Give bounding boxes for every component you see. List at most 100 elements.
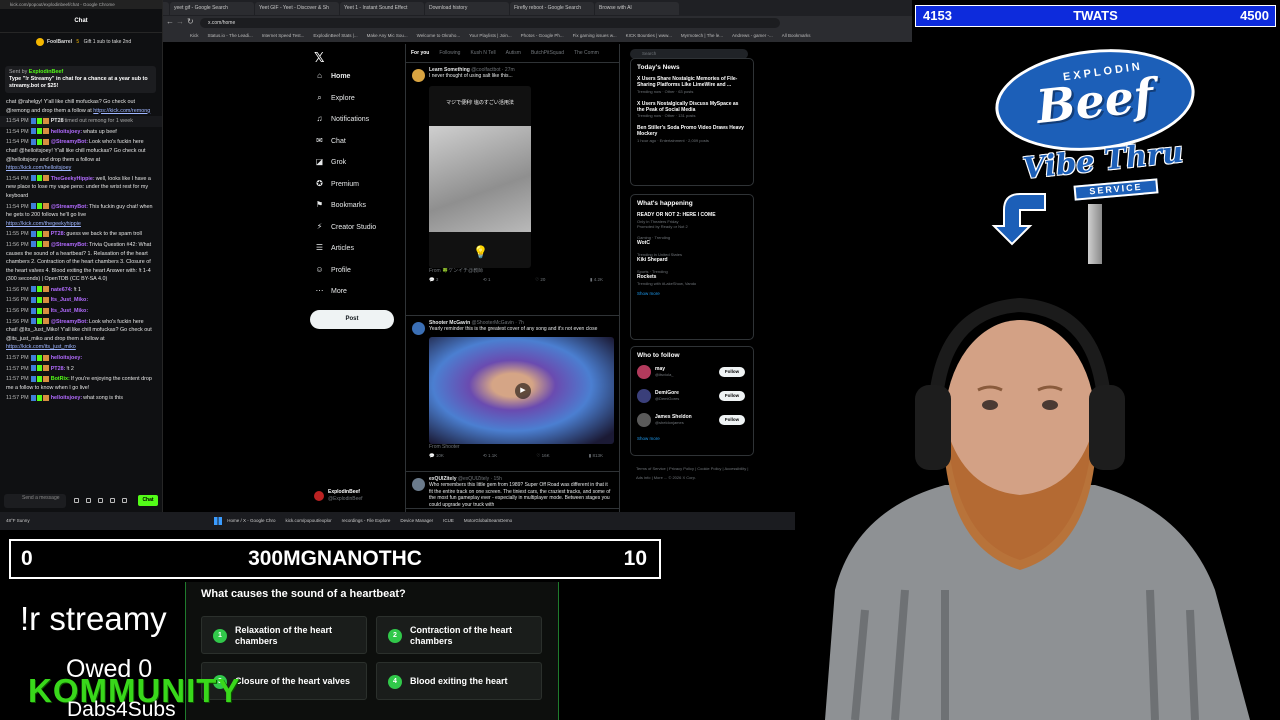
browser-tab[interactable]: Yeet 1 - Instant Sound Effect [340,2,424,15]
news-item[interactable]: X Users Nostalgically Discuss MySpace as… [637,101,747,120]
footer-links[interactable]: Terms of Service | Privacy Policy | Cook… [636,464,756,482]
tweet-author[interactable]: exQUIZitely [429,476,457,482]
reply-button[interactable]: 💬 10K [429,450,444,462]
bookmark-item[interactable]: Internet Speed Test... [262,33,305,38]
message-username[interactable]: helloitsjoey: [51,129,82,135]
message-link[interactable]: https://kick.com/helloitsjoey [6,165,71,171]
tweet-video[interactable]: ▶ [429,336,614,444]
emote-icon[interactable] [74,498,79,503]
message-username[interactable]: @StreamyBot: [51,242,88,248]
message-link[interactable]: https://kick.com/remong [93,108,150,114]
taskbar-item[interactable]: Home / X - Google Chro [227,512,275,530]
message-username[interactable]: @StreamyBot: [51,204,88,210]
follow-suggestion[interactable]: may @itsviola_ Follow [637,364,747,388]
reply-button[interactable]: 💬 3 [429,274,438,286]
follow-suggestion[interactable]: James Sheldon @sheldonjames Follow [637,412,747,436]
nav-item-premium[interactable]: ✪ Premium [314,177,359,191]
browser-tab[interactable]: Yeet GIF - Yeet - Discover & Sh [255,2,339,15]
taskbar-item[interactable]: kick.com/popout/explor [286,512,332,530]
message-username[interactable]: Its_Just_Miko: [51,308,88,314]
views-button[interactable]: ▮ 813K [589,450,603,462]
nav-item-explore[interactable]: ⌕ Explore [314,91,354,105]
news-item[interactable]: Ben Stiller's Soda Promo Video Draws Hea… [637,125,747,144]
avatar[interactable] [637,389,651,403]
url-field[interactable]: x.com/home [200,18,780,28]
nav-item-creator-studio[interactable]: ⚡ Creator Studio [314,220,376,234]
bookmark-item[interactable]: Andrews - gamer -... [732,33,773,38]
play-icon[interactable]: ▶ [515,382,531,399]
bookmark-item[interactable]: KICK Bounties | www... [626,33,672,38]
tweet[interactable]: Shooter McGavin @ShooterMcGavin · 7h Year… [406,316,619,472]
bookmark-item[interactable]: Kick [190,33,199,38]
message-username[interactable]: @StreamyBot: [51,319,88,325]
poll-icon[interactable] [122,498,127,503]
nav-item-bookmarks[interactable]: ⚑ Bookmarks [314,198,366,212]
nav-item-chat[interactable]: ✉ Chat [314,134,346,148]
browser-tab[interactable]: yeet gif - Google Search [170,2,254,15]
views-button[interactable]: ▮ 4.2K [590,274,603,286]
taskbar-item[interactable]: ICUE [443,512,454,530]
trend-item[interactable]: Trending in United States Kiki Shepard [637,252,747,264]
chat-send-button[interactable]: Chat [138,495,158,506]
timeline-tab[interactable]: For you [411,50,429,56]
taskbar-item[interactable]: recordings - File Explore [342,512,391,530]
nav-item-home[interactable]: ⌂ Home [314,69,350,83]
message-username[interactable]: helloitsjoey: [51,395,82,401]
message-link[interactable]: https://kick.com/thegeekyhippie [6,221,81,227]
retweet-button[interactable]: ⟲ 1.1K [483,450,497,462]
message-username[interactable]: PT28: [51,231,66,237]
news-item[interactable]: X Users Share Nostalgic Memories of File… [637,76,747,95]
avatar[interactable] [412,69,425,82]
follow-suggestion[interactable]: DemiGore @DemiGores Follow [637,388,747,412]
like-button[interactable]: ♡ 16K [536,450,549,462]
weather-widget[interactable]: 48°F Sunny [6,512,30,530]
trend-item[interactable]: Sports · Trending Rockets Trending with #L… [637,269,747,287]
avatar[interactable] [637,365,651,379]
start-icon[interactable] [214,516,222,525]
tweet-author[interactable]: Shooter McGavin [429,320,470,326]
account-switcher[interactable]: ExplodinBeef @ExplodinBeef [314,489,404,505]
retweet-button[interactable]: ⟲ 1 [483,274,491,286]
timeline-tab[interactable]: The Comm [574,50,599,56]
message-username[interactable]: PT28: [51,366,66,372]
message-username[interactable]: Its_Just_Miko: [51,297,88,303]
avatar[interactable] [412,322,425,335]
tweet[interactable]: exQUIZitely @exQUIZitely · 15h Who rememb… [406,472,619,510]
reload-icon[interactable]: ↻ [187,17,194,26]
gift-tool-icon[interactable] [86,498,91,503]
timeline-tab[interactable]: Following [439,50,460,56]
nav-item-notifications[interactable]: ♫ Notifications [314,112,370,126]
message-username[interactable]: PT28 [51,118,64,124]
tweet-author[interactable]: Learn Something [429,67,470,73]
show-more-link[interactable]: Show more [637,436,747,441]
show-more-link[interactable]: Show more [637,291,747,296]
bookmark-item[interactable]: Fix gaming issues w... [573,33,617,38]
browser-tab[interactable]: Browse with AI [595,2,679,15]
bookmark-item[interactable]: Make Any Mic Sou... [367,33,408,38]
x-logo-icon[interactable]: 𝕏 [314,50,324,66]
tweet-image[interactable]: マジで便利! 塩のすごい活用法 💡 [429,85,531,268]
gift-banner[interactable]: FoolBarrel 5 Gift 1 sub to take 2nd [36,36,140,48]
avatar[interactable] [412,478,425,491]
settings-icon[interactable] [98,498,103,503]
nav-item-articles[interactable]: ☰ Articles [314,241,354,255]
message-username[interactable]: helloitsjoey: [51,355,82,361]
tweet[interactable]: Learn Something @coolfactbot · 27m I neve… [406,63,619,316]
browser-tab[interactable]: Download history [425,2,509,15]
chat-message-input[interactable]: Send a message [4,494,66,508]
message-username[interactable]: nate674: [51,287,73,293]
browser-tab[interactable]: Firefly reboot - Google Search [510,2,594,15]
nav-item-grok[interactable]: ◪ Grok [314,155,346,169]
follow-button[interactable]: Follow [719,367,745,377]
bookmark-item[interactable]: Photos - Google Ph... [521,33,564,38]
message-link[interactable]: https://kick.com/its_just_miko [6,344,76,350]
bookmark-item[interactable]: Your Playlists | Join... [469,33,512,38]
trend-item[interactable]: READY OR NOT 2: HERE I COME Only in Theat… [637,212,747,230]
follow-button[interactable]: Follow [719,415,745,425]
avatar[interactable] [637,413,651,427]
like-button[interactable]: ♡ 20 [535,274,545,286]
taskbar-item[interactable]: MotorGlobalSeamDemo [464,512,512,530]
message-username[interactable]: @StreamyBot: [51,139,88,145]
trend-item[interactable]: Gaming · Trending WotC [637,235,747,247]
message-username[interactable]: TheGeekyHippie: [51,176,95,182]
